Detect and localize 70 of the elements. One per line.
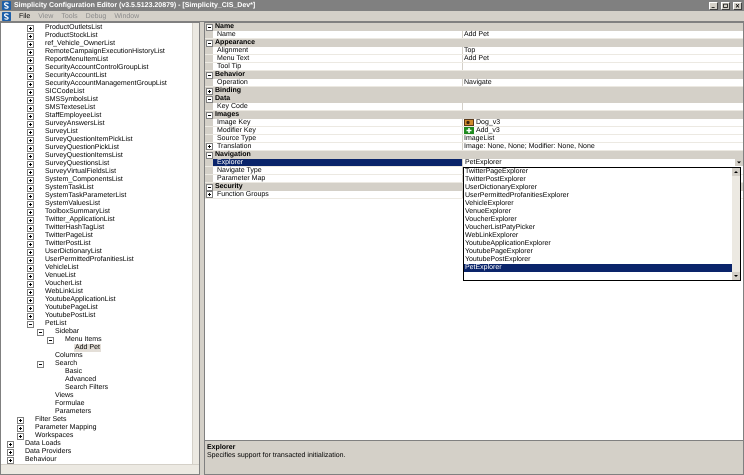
expand-icon[interactable] [27,208,34,216]
dropdown-arrow-icon[interactable] [735,159,743,166]
expand-icon[interactable] [27,128,34,136]
expand-icon[interactable] [27,104,34,112]
collapse-icon[interactable] [206,24,212,30]
maximize-icon[interactable] [721,2,730,10]
collapse-icon[interactable] [27,320,34,328]
collapse-icon[interactable] [47,336,54,344]
collapse-icon[interactable] [206,72,212,78]
collapse-icon[interactable] [206,40,212,46]
expand-icon[interactable] [27,312,34,320]
expand-icon[interactable] [27,288,34,296]
expand-icon[interactable] [27,96,34,104]
expand-icon[interactable] [27,72,34,80]
expand-icon[interactable] [27,272,34,280]
expand-icon[interactable] [7,448,14,456]
expand-icon[interactable] [27,152,34,160]
property-value-cell[interactable] [463,63,743,70]
minimize-icon[interactable] [709,2,718,10]
expand-icon[interactable] [17,424,24,432]
expand-icon[interactable] [27,200,34,208]
expand-icon[interactable] [27,112,34,120]
collapse-icon[interactable] [206,152,212,158]
expand-icon[interactable] [27,256,34,264]
collapse-icon[interactable] [37,360,44,368]
expand-icon[interactable] [27,88,34,96]
expand-icon[interactable] [206,88,212,94]
expand-icon[interactable] [27,56,34,64]
expand-icon[interactable] [7,456,14,464]
app-logo-icon [2,1,11,10]
vertical-scrollbar[interactable] [192,23,199,464]
plus-icon [464,127,474,134]
expand-icon[interactable] [27,160,34,168]
expand-icon[interactable] [7,440,14,448]
expand-icon[interactable] [27,136,34,144]
expand-icon[interactable] [206,143,212,150]
expand-icon[interactable] [27,120,34,128]
expand-icon[interactable] [27,264,34,272]
expand-icon[interactable] [27,24,34,32]
expand-icon[interactable] [27,168,34,176]
close-icon[interactable] [733,2,742,10]
collapse-icon[interactable] [37,328,44,336]
expand-icon[interactable] [17,432,24,440]
collapse-icon[interactable] [206,184,212,190]
expand-icon[interactable] [27,184,34,192]
picture-icon [464,119,474,126]
property-value-cell[interactable] [463,103,743,110]
expand-icon[interactable] [27,64,34,72]
expand-icon[interactable] [27,232,34,240]
expand-icon[interactable] [27,216,34,224]
expand-icon[interactable] [27,192,34,200]
scroll-down-icon[interactable] [732,272,740,280]
collapse-icon[interactable] [206,96,212,102]
expand-icon[interactable] [27,40,34,48]
expand-icon[interactable] [27,224,34,232]
horizontal-scrollbar[interactable] [1,464,199,474]
expand-icon[interactable] [17,416,24,424]
expand-icon[interactable] [27,304,34,312]
expand-icon[interactable] [27,80,34,88]
expand-icon[interactable] [27,248,34,256]
expand-icon[interactable] [27,48,34,56]
scroll-up-icon[interactable] [732,168,740,176]
expand-icon[interactable] [27,176,34,184]
expand-icon[interactable] [27,32,34,40]
expand-icon[interactable] [27,240,34,248]
expand-icon[interactable] [27,296,34,304]
expand-icon[interactable] [27,280,34,288]
expand-icon[interactable] [206,191,212,198]
expand-icon[interactable] [27,144,34,152]
collapse-icon[interactable] [206,112,212,118]
